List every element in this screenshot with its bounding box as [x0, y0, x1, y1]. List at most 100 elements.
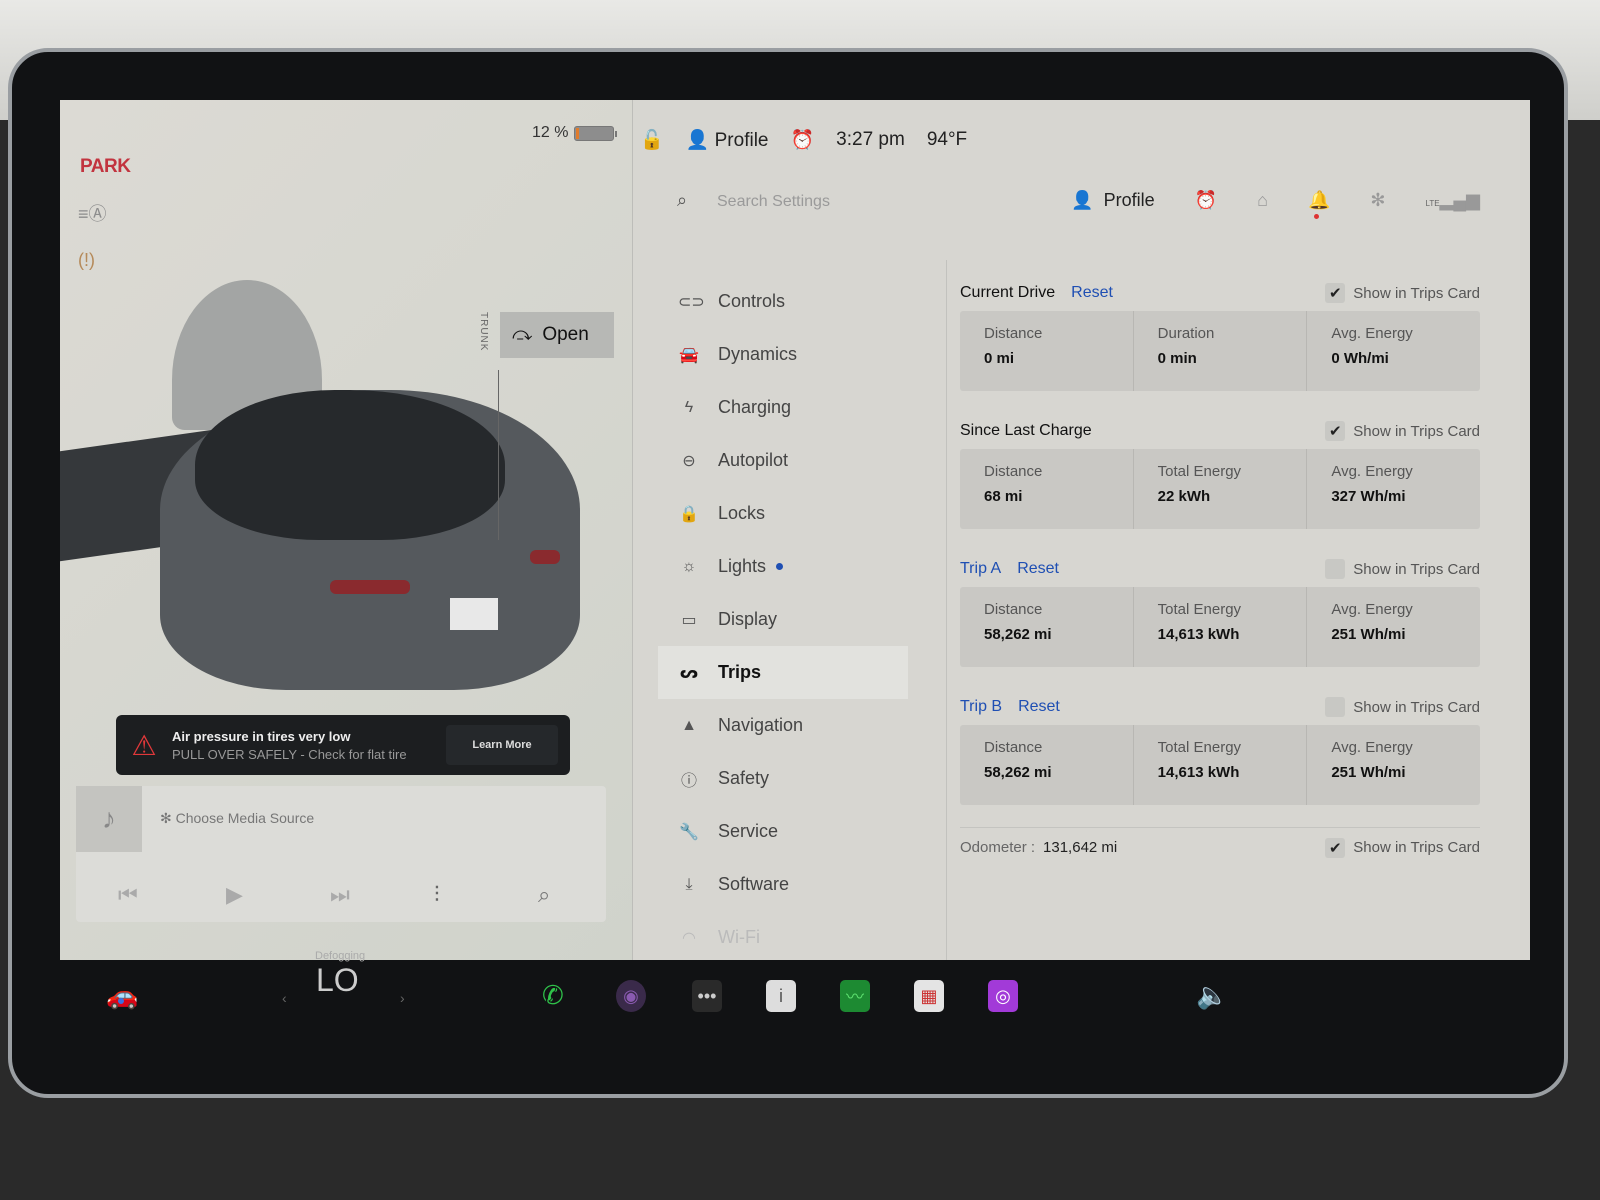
current-drive-reset-button[interactable]: Reset [1071, 284, 1113, 302]
stat-distance: Distance 0 mi [960, 311, 1134, 391]
nav-item-wifi[interactable]: ◠ Wi-Fi [658, 911, 908, 960]
trunk-open-button[interactable]: ⤼ Open [500, 312, 614, 358]
stats-card: Distance 0 mi Duration 0 min Avg. Energy 0 … [960, 311, 1480, 391]
music-note-icon: ♪ [76, 786, 142, 852]
next-track-icon[interactable]: ⏭ [330, 882, 350, 908]
energy-app-icon[interactable]: 〰 [840, 980, 870, 1012]
equalizer-icon[interactable]: ⫶ [434, 882, 440, 908]
trunk-callout-line [498, 370, 499, 540]
person-icon: 👤 [685, 130, 710, 151]
nav-item-dynamics[interactable]: 🚘 Dynamics [658, 328, 908, 381]
status-profile[interactable]: 👤 Profile [686, 128, 769, 152]
volume-icon[interactable]: 🔈 [1196, 980, 1228, 1011]
stat-duration: Duration 0 min [1134, 311, 1308, 391]
choose-media-source[interactable]: ✻ Choose Media Source [160, 810, 314, 827]
odometer-label: Odometer : [960, 839, 1036, 856]
checkbox-unchecked[interactable] [1325, 559, 1346, 579]
stat-label: Total Energy [1157, 463, 1242, 480]
learn-more-button[interactable]: Learn More [446, 725, 558, 765]
odometer-show-in-trips-card[interactable]: ✔ Show in Trips Card [1325, 837, 1480, 858]
calendar-app-icon[interactable]: ▦ [914, 980, 944, 1012]
trip-b-reset-button[interactable]: Reset [1018, 698, 1060, 716]
checkbox-checked[interactable]: ✔ [1325, 421, 1346, 441]
toggle-icon: ⊂⊃ [678, 293, 705, 311]
nav-label: Service [718, 821, 779, 841]
stat-value: 0 min [1157, 350, 1197, 367]
nav-item-autopilot[interactable]: ⊖ Autopilot [658, 434, 908, 487]
stat-label: Total Energy [1157, 601, 1242, 618]
bluetooth-icon[interactable]: ✻ [1370, 190, 1385, 211]
since-last-charge-show-in-trips-card[interactable]: ✔ Show in Trips Card [1325, 421, 1480, 441]
nav-item-charging[interactable]: ϟ Charging [658, 381, 908, 434]
alarm-clock-icon[interactable]: ⏰ [1195, 190, 1217, 211]
show-label: Show in Trips Card [1353, 839, 1480, 856]
section-title: Since Last Charge [960, 422, 1092, 439]
graph: 〰 [840, 980, 870, 1012]
stat-label: Distance [984, 601, 1043, 618]
nav-item-service[interactable]: 🔧 Service [658, 805, 908, 858]
nav-item-safety[interactable]: ⓘ Safety [658, 752, 908, 805]
nav-label: Charging [718, 397, 792, 417]
touchscreen: PARK ≡Ⓐ (!) 12 % TRUNK ⤼ Open ⚠ Air pres… [60, 100, 1530, 960]
nav-item-locks[interactable]: 🔒 Locks [658, 487, 908, 540]
checkbox-checked[interactable]: ✔ [1325, 283, 1346, 303]
nav-label: Safety [718, 768, 770, 788]
trip-a-section: Trip A Reset Show in Trips Card Distance… [960, 551, 1480, 667]
nav-item-controls[interactable]: ⊂⊃ Controls [658, 275, 908, 328]
nav-label: Locks [718, 503, 766, 523]
checkbox-checked[interactable]: ✔ [1325, 837, 1346, 858]
more-apps-icon[interactable]: ••• [692, 980, 722, 1012]
nav-label: Software [718, 874, 790, 894]
stat-value: 0 Wh/mi [1331, 350, 1389, 367]
show-label: Show in Trips Card [1353, 284, 1480, 302]
podcasts-icon[interactable]: ◎ [988, 980, 1018, 1012]
taillight-left [330, 580, 410, 594]
play-icon[interactable]: ▶ [226, 882, 243, 908]
trip-a-reset-button[interactable]: Reset [1017, 560, 1059, 578]
stat-total-energy: Total Energy 14,613 kWh [1134, 725, 1308, 805]
warning-triangle-icon: ⚠ [131, 729, 157, 761]
alert-title: Air pressure in tires very low [172, 728, 351, 744]
current-drive-show-in-trips-card[interactable]: ✔ Show in Trips Card [1325, 283, 1480, 303]
stats-card: Distance 68 mi Total Energy 22 kWh Avg. En… [960, 449, 1480, 529]
stats-card: Distance 58,262 mi Total Energy 14,613 kWh… [960, 725, 1480, 805]
owners-manual-icon[interactable]: i [766, 980, 796, 1012]
nav-item-software[interactable]: ⤓ Software [658, 858, 908, 911]
show-label: Show in Trips Card [1353, 422, 1480, 440]
alarm-clock-icon[interactable]: ⏰ [790, 128, 814, 152]
trip-a-show-in-trips-card[interactable]: Show in Trips Card [1325, 559, 1480, 579]
climate-temperature[interactable]: LO [316, 962, 359, 999]
media-search-icon[interactable]: ⌕ [538, 882, 550, 908]
taillight-right [530, 550, 560, 564]
trip-b-show-in-trips-card[interactable]: Show in Trips Card [1325, 697, 1480, 717]
show-label: Show in Trips Card [1353, 698, 1480, 716]
temp-up-chevron-icon[interactable]: › [400, 990, 405, 1006]
unlock-icon[interactable]: 🔓 [640, 128, 664, 152]
temp-down-chevron-icon[interactable]: ‹ [282, 990, 287, 1006]
stat-label: Duration [1157, 325, 1215, 342]
nav-item-trips[interactable]: ᔕ Trips [658, 646, 908, 699]
nav-item-lights[interactable]: ☼ Lights [658, 540, 908, 593]
stat-value: 14,613 kWh [1157, 764, 1240, 781]
checkbox-unchecked[interactable] [1325, 697, 1346, 717]
previous-track-icon[interactable]: ⏮ [118, 882, 138, 908]
homelink-icon[interactable]: ⌂ [1257, 190, 1268, 211]
status-profile-label: Profile [714, 130, 769, 151]
header-profile-button[interactable]: 👤 Profile [1071, 190, 1154, 211]
lte-label: LTE [1425, 199, 1440, 208]
car-active-dot [118, 998, 124, 1004]
stat-avg-energy: Avg. Energy 251 Wh/mi [1307, 587, 1480, 667]
nav-label: Navigation [718, 715, 804, 735]
media-source-label: Choose Media Source [175, 810, 315, 826]
nav-item-navigation[interactable]: ▲ Navigation [658, 699, 908, 752]
media-player: ♪ ✻ Choose Media Source ⏮ ▶ ⏭ ⫶ ⌕ [76, 786, 606, 922]
search-settings-input[interactable] [717, 188, 977, 216]
phone-icon[interactable]: ✆ [542, 980, 564, 1011]
camera-icon[interactable]: ◉ [616, 980, 646, 1012]
nav-item-display[interactable]: ▭ Display [658, 593, 908, 646]
alert-circle-icon: ⓘ [680, 772, 697, 790]
stat-avg-energy: Avg. Energy 0 Wh/mi [1307, 311, 1480, 391]
nav-label: Controls [718, 291, 786, 311]
car-icon[interactable]: 🚗 [106, 980, 138, 1011]
notification-bell-icon[interactable]: 🔔 [1308, 190, 1330, 219]
